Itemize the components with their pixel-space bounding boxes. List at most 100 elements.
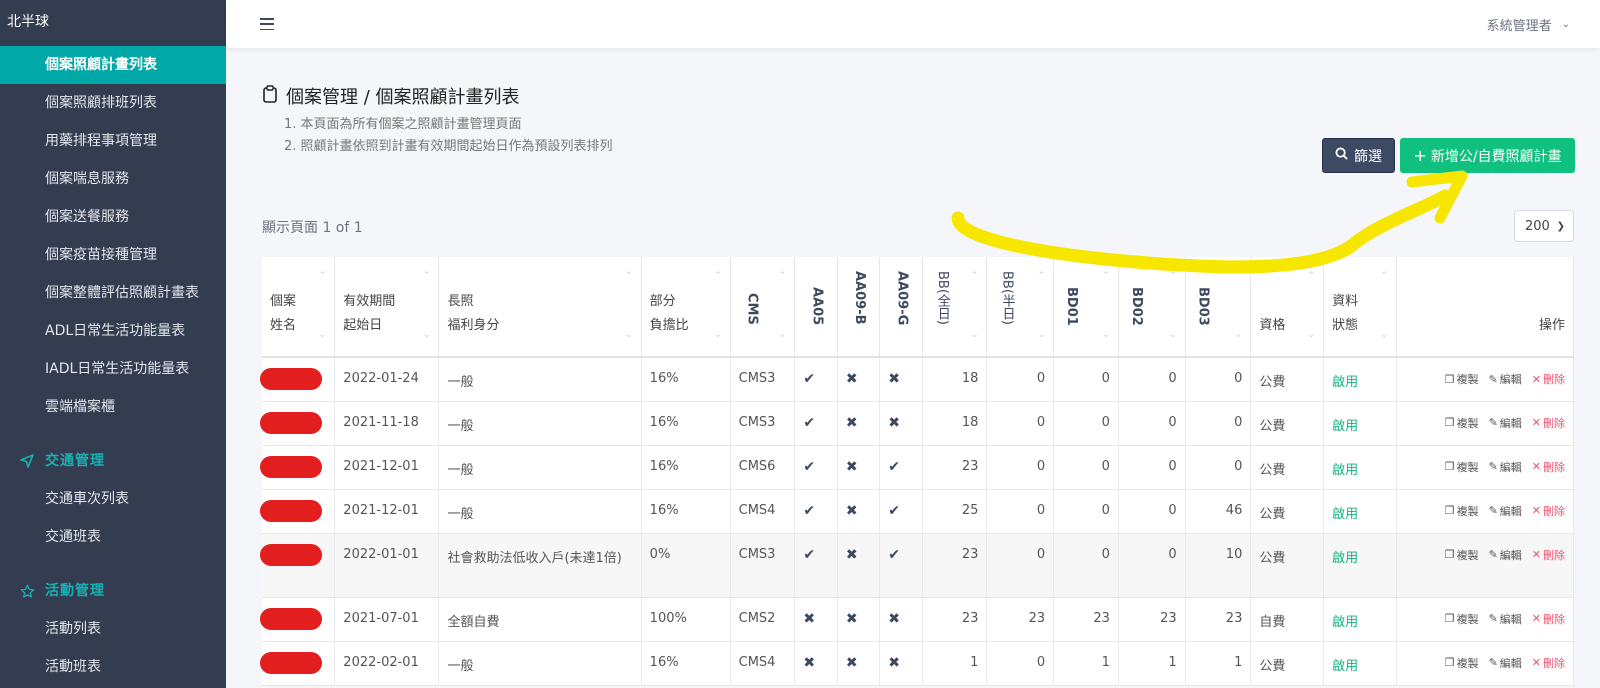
- user-menu[interactable]: 系統管理者 ⌄: [1487, 15, 1570, 34]
- care-plan-table-wrap: 個案 姓名 ⌃ ⌄ 有效期間 起始日 ⌃ ⌄ 長照 福利身分 ⌃ ⌄ 部分 負擔比 ⌃ ⌄ CMS ⌃ ⌄ …: [260, 257, 1575, 686]
- sidebar-section-transport[interactable]: 交通管理: [0, 442, 226, 480]
- sort-desc-icon[interactable]: ⌄: [319, 330, 327, 340]
- col-header-qualification[interactable]: 資格 ⌃ ⌄: [1250, 257, 1325, 358]
- sort-asc-icon[interactable]: ⌃: [714, 271, 722, 281]
- cross-icon: ✖: [803, 654, 816, 671]
- col-header-bd03[interactable]: BD03 ⌃ ⌄: [1185, 257, 1252, 358]
- col-header-aa09g[interactable]: AA09-G: [879, 257, 923, 358]
- sidebar-section-activity[interactable]: 活動管理: [0, 572, 226, 610]
- sort-desc-icon[interactable]: ⌄: [1169, 330, 1177, 340]
- col-header-bb-half[interactable]: BB(半日) ⌃ ⌄: [986, 257, 1055, 358]
- cell-bd02: 0: [1118, 357, 1186, 402]
- sidebar-item-transport-trips[interactable]: 交通車次列表: [0, 480, 226, 518]
- sort-desc-icon[interactable]: ⌄: [423, 330, 431, 340]
- page-size-select[interactable]: 200 ❯: [1514, 210, 1574, 242]
- edit-button[interactable]: ✎ 編輯: [1489, 503, 1522, 519]
- edit-button[interactable]: ✎ 編輯: [1489, 655, 1522, 671]
- col-header-name[interactable]: 個案 姓名 ⌃ ⌄: [262, 257, 336, 358]
- sidebar-item-activity-list[interactable]: 活動列表: [0, 610, 226, 648]
- col-header-aa09b[interactable]: AA09-B: [837, 257, 881, 358]
- sort-asc-icon[interactable]: ⌃: [971, 271, 979, 281]
- delete-button[interactable]: ✕ 刪除: [1532, 459, 1565, 475]
- add-care-plan-button[interactable]: + 新增公/自費照顧計畫: [1400, 138, 1575, 173]
- sort-desc-icon[interactable]: ⌄: [779, 330, 787, 340]
- sort-desc-icon[interactable]: ⌄: [1038, 330, 1046, 340]
- sort-desc-icon[interactable]: ⌄: [1308, 330, 1316, 340]
- cell-actions: ❐ 複製 ✎ 編輯 ✕ 刪除: [1396, 533, 1575, 598]
- sort-asc-icon[interactable]: ⌃: [779, 271, 787, 281]
- cell-qual: 公費: [1250, 533, 1325, 598]
- sort-asc-icon[interactable]: ⌃: [1308, 271, 1316, 281]
- col-header-ratio[interactable]: 部分 負擔比 ⌃ ⌄: [641, 257, 731, 358]
- col-header-welfare[interactable]: 長照 福利身分 ⌃ ⌄: [438, 257, 642, 358]
- hamburger-icon[interactable]: [260, 18, 274, 30]
- sidebar-item-vaccination[interactable]: 個案疫苗接種管理: [0, 236, 226, 274]
- delete-button[interactable]: ✕ 刪除: [1532, 655, 1565, 671]
- delete-button[interactable]: ✕ 刪除: [1532, 547, 1565, 563]
- sort-desc-icon[interactable]: ⌄: [1102, 330, 1110, 340]
- sort-desc-icon[interactable]: ⌄: [971, 330, 979, 340]
- sidebar-item-care-schedule-list[interactable]: 個案照顧排班列表: [0, 84, 226, 122]
- edit-button[interactable]: ✎ 編輯: [1489, 371, 1522, 387]
- sort-asc-icon[interactable]: ⌃: [1235, 271, 1243, 281]
- sidebar-item-adl[interactable]: ADL日常生活功能量表: [0, 312, 226, 350]
- col-header-bb-full[interactable]: BB(全日) ⌃ ⌄: [922, 257, 988, 358]
- edit-button[interactable]: ✎ 編輯: [1489, 547, 1522, 563]
- col-header-bd02[interactable]: BD02 ⌃ ⌄: [1118, 257, 1186, 358]
- sort-asc-icon[interactable]: ⌃: [1038, 271, 1046, 281]
- cell-aa05: ✖: [794, 597, 838, 642]
- cell-bb-half: 0: [986, 533, 1055, 598]
- sidebar-item-medication-schedule[interactable]: 用藥排程事項管理: [0, 122, 226, 160]
- sidebar-item-respite-service[interactable]: 個案喘息服務: [0, 160, 226, 198]
- copy-button[interactable]: ❐ 複製: [1445, 371, 1479, 387]
- sort-desc-icon[interactable]: ⌄: [1380, 330, 1388, 340]
- copy-button[interactable]: ❐ 複製: [1445, 547, 1479, 563]
- sort-asc-icon[interactable]: ⌃: [1102, 271, 1110, 281]
- col-header-status[interactable]: 資料 狀態 ⌃ ⌄: [1323, 257, 1397, 358]
- cell-ratio: 100%: [641, 597, 731, 642]
- delete-button[interactable]: ✕ 刪除: [1532, 371, 1565, 387]
- copy-button[interactable]: ❐ 複製: [1445, 611, 1479, 627]
- col-header-bd01[interactable]: BD01 ⌃ ⌄: [1053, 257, 1119, 358]
- search-icon: [1335, 147, 1348, 164]
- cell-name-redacted: [260, 597, 336, 642]
- edit-button[interactable]: ✎ 編輯: [1489, 459, 1522, 475]
- table-row: 2022-02-01 一般 16% CMS4 ✖ ✖ ✖ 1 0 1 1 1 公費 啟用 ❐ 複製 ✎ 編輯 ✕ 刪除: [260, 641, 1575, 686]
- sidebar-item-iadl[interactable]: IADL日常生活功能量表: [0, 350, 226, 388]
- col-header-start-date[interactable]: 有效期間 起始日 ⌃ ⌄: [334, 257, 440, 358]
- sort-asc-icon[interactable]: ⌃: [1380, 271, 1388, 281]
- cell-bd01: 0: [1053, 445, 1119, 490]
- copy-button[interactable]: ❐ 複製: [1445, 415, 1479, 431]
- section-label: 活動管理: [45, 583, 105, 599]
- cell-aa09g: ✖: [879, 597, 923, 642]
- sidebar-item-care-plan-list[interactable]: 個案照顧計畫列表: [0, 46, 226, 84]
- sort-desc-icon[interactable]: ⌄: [714, 330, 722, 340]
- sidebar-item-cloud-files[interactable]: 雲端檔案櫃: [0, 388, 226, 426]
- col-header-cms[interactable]: CMS ⌃ ⌄: [730, 257, 796, 358]
- copy-button[interactable]: ❐ 複製: [1445, 459, 1479, 475]
- sort-asc-icon[interactable]: ⌃: [625, 271, 633, 281]
- delete-button[interactable]: ✕ 刪除: [1532, 503, 1565, 519]
- sidebar-item-overall-assessment[interactable]: 個案整體評估照顧計畫表: [0, 274, 226, 312]
- sort-asc-icon[interactable]: ⌃: [1169, 271, 1177, 281]
- edit-button[interactable]: ✎ 編輯: [1489, 611, 1522, 627]
- sort-asc-icon[interactable]: ⌃: [319, 271, 327, 281]
- plus-icon: +: [1413, 146, 1427, 165]
- col-header-aa05[interactable]: AA05: [794, 257, 838, 358]
- close-icon: ✕: [1531, 460, 1541, 473]
- sort-desc-icon[interactable]: ⌄: [1235, 330, 1243, 340]
- cell-status: 啟用: [1323, 489, 1397, 534]
- sidebar-item-transport-schedule[interactable]: 交通班表: [0, 518, 226, 556]
- delete-button[interactable]: ✕ 刪除: [1532, 415, 1565, 431]
- sort-asc-icon[interactable]: ⌃: [423, 271, 431, 281]
- cell-bb-full: 18: [922, 401, 988, 446]
- sidebar-item-meal-delivery[interactable]: 個案送餐服務: [0, 198, 226, 236]
- filter-button[interactable]: 篩選: [1322, 138, 1395, 173]
- delete-button[interactable]: ✕ 刪除: [1532, 611, 1565, 627]
- page-notes: 1. 本頁面為所有個案之照顧計畫管理頁面 2. 照顧計畫依照到計畫有效期間起始日…: [284, 114, 613, 158]
- sidebar-item-activity-schedule[interactable]: 活動班表: [0, 648, 226, 686]
- sort-desc-icon[interactable]: ⌄: [625, 330, 633, 340]
- copy-button[interactable]: ❐ 複製: [1445, 503, 1479, 519]
- copy-button[interactable]: ❐ 複製: [1445, 655, 1479, 671]
- edit-button[interactable]: ✎ 編輯: [1489, 415, 1522, 431]
